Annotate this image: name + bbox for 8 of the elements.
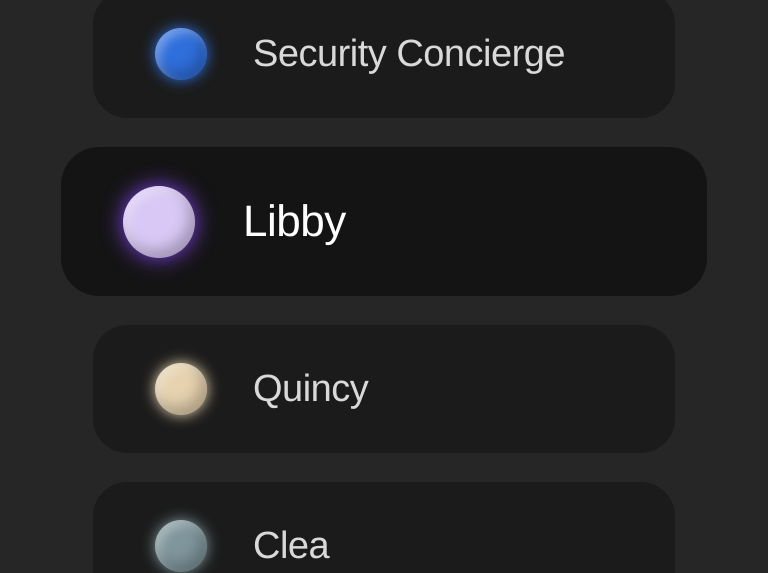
assistant-item[interactable]: Clea bbox=[93, 482, 675, 573]
assistant-name: Clea bbox=[253, 524, 330, 568]
assistant-name: Security Concierge bbox=[253, 32, 566, 76]
assistant-name: Quincy bbox=[253, 366, 368, 412]
assistant-name: Libby bbox=[243, 196, 346, 248]
assistant-item[interactable]: Quincy bbox=[93, 325, 675, 453]
assistant-item[interactable]: Security Concierge bbox=[93, 0, 675, 118]
assistant-item[interactable]: Libby bbox=[61, 147, 707, 296]
